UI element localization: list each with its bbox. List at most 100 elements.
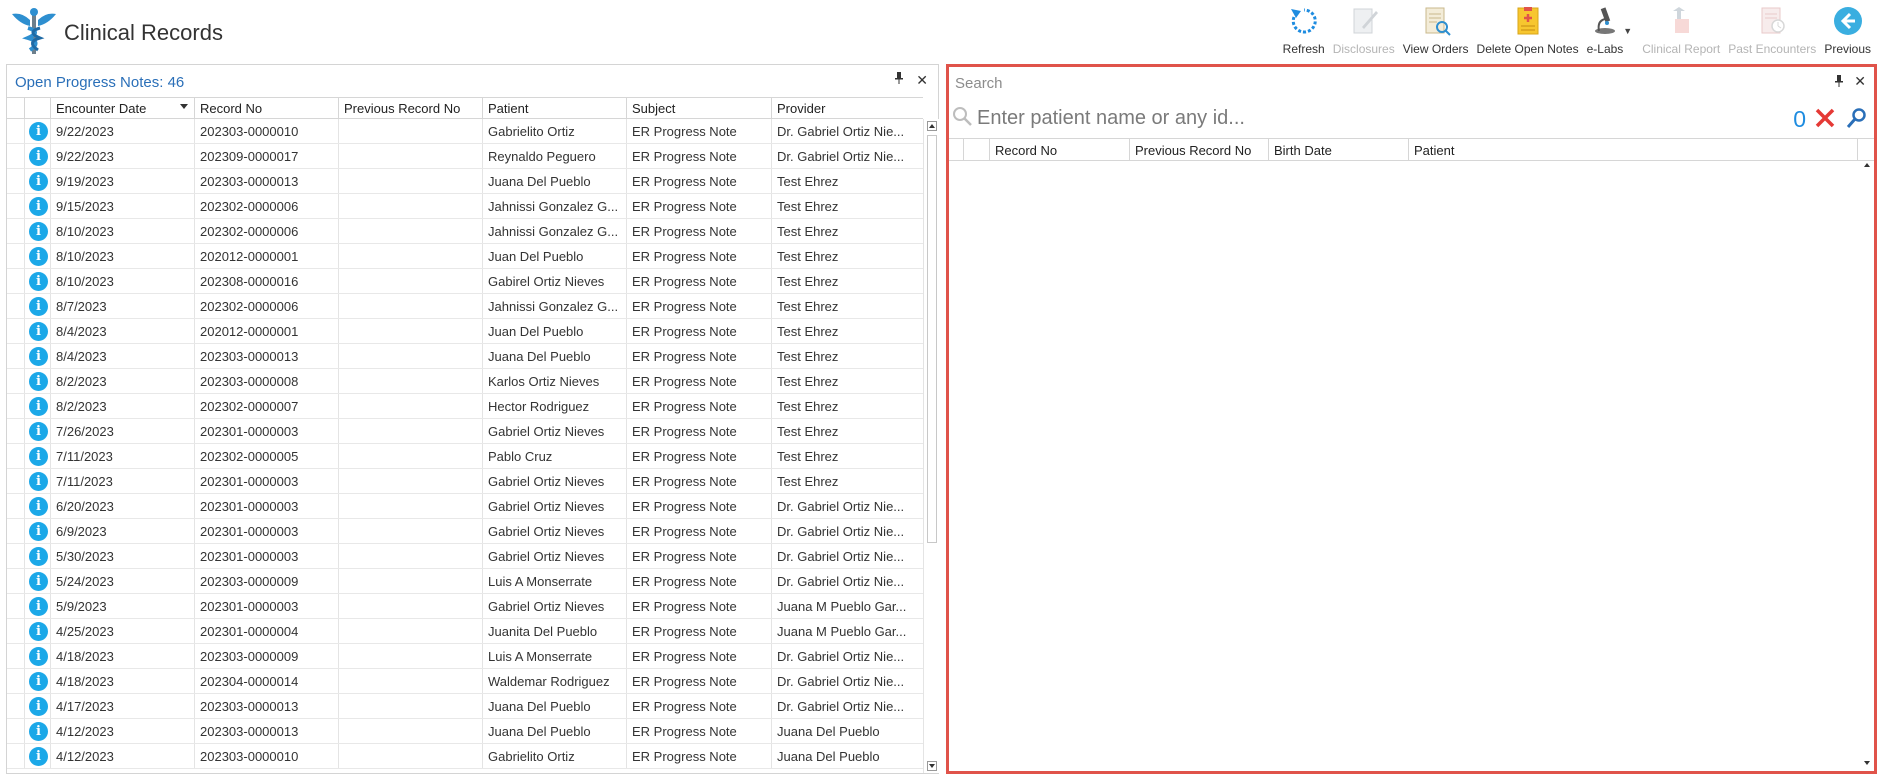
delete-open-notes-button[interactable]: Delete Open Notes xyxy=(1473,2,1583,56)
info-icon[interactable]: i xyxy=(29,472,48,491)
info-icon[interactable]: i xyxy=(29,272,48,291)
info-icon[interactable]: i xyxy=(29,697,48,716)
column-header-birth-date[interactable]: Birth Date xyxy=(1269,139,1409,160)
table-row[interactable]: i 9/19/2023 202303-0000013 Juana Del Pueblo… xyxy=(7,169,923,194)
info-icon[interactable]: i xyxy=(29,122,48,141)
cell-previous-record-no xyxy=(339,294,483,318)
e-labs-dropdown-arrow-icon[interactable]: ▼ xyxy=(1623,26,1632,36)
row-indicator xyxy=(7,119,25,143)
table-row[interactable]: i 5/9/2023 202301-0000003 Gabriel Ortiz Nie… xyxy=(7,594,923,619)
e-labs-button[interactable]: e-Labs xyxy=(1583,2,1628,56)
column-header-previous-record-no[interactable]: Previous Record No xyxy=(1130,139,1269,160)
column-header-encounter-date[interactable]: Encounter Date xyxy=(51,98,195,118)
table-row[interactable]: i 8/10/2023 202308-0000016 Gabirel Ortiz Ni… xyxy=(7,269,923,294)
cell-patient: Gabrielito Ortiz xyxy=(483,119,627,143)
clear-search-icon[interactable] xyxy=(1814,107,1836,134)
table-row[interactable]: i 4/12/2023 202303-0000013 Juana Del Pueblo… xyxy=(7,719,923,744)
info-icon[interactable]: i xyxy=(29,297,48,316)
column-header-subject[interactable]: Subject xyxy=(627,98,772,118)
cell-subject: ER Progress Note xyxy=(627,644,772,668)
cell-provider: Dr. Gabriel Ortiz Nie... xyxy=(777,124,905,139)
cell-record-no: 202303-0000013 xyxy=(195,169,339,193)
refresh-icon xyxy=(1287,4,1321,38)
table-row[interactable]: i 4/25/2023 202301-0000004 Juanita Del Pueb… xyxy=(7,619,923,644)
info-icon[interactable]: i xyxy=(29,322,48,341)
view-orders-button[interactable]: View Orders xyxy=(1399,2,1473,56)
row-indicator xyxy=(7,669,25,693)
info-icon[interactable]: i xyxy=(29,647,48,666)
table-row[interactable]: i 8/2/2023 202303-0000008 Karlos Ortiz Niev… xyxy=(7,369,923,394)
grid-vertical-scrollbar[interactable] xyxy=(923,119,939,773)
info-icon[interactable]: i xyxy=(29,222,48,241)
find-button-icon[interactable] xyxy=(1846,107,1868,134)
previous-button[interactable]: Previous xyxy=(1820,2,1875,56)
table-row[interactable]: i 8/2/2023 202302-0000007 Hector Rodriguez E… xyxy=(7,394,923,419)
column-header-patient[interactable]: Patient xyxy=(1409,139,1858,160)
info-icon[interactable]: i xyxy=(29,672,48,691)
grid-header: Encounter Date Record No Previous Record… xyxy=(7,97,923,119)
table-row[interactable]: i 8/10/2023 202302-0000006 Jahnissi Gonzale… xyxy=(7,219,923,244)
table-row[interactable]: i 9/22/2023 202309-0000017 Reynaldo Peguero… xyxy=(7,144,923,169)
pin-icon[interactable] xyxy=(894,72,904,87)
clinical-report-button[interactable]: Clinical Report xyxy=(1638,2,1724,56)
info-icon[interactable]: i xyxy=(29,622,48,641)
results-scroll-down-arrow-icon[interactable] xyxy=(1864,761,1870,765)
table-row[interactable]: i 8/7/2023 202302-0000006 Jahnissi Gonzalez… xyxy=(7,294,923,319)
info-icon[interactable]: i xyxy=(29,597,48,616)
refresh-button[interactable]: Refresh xyxy=(1279,2,1329,56)
info-icon[interactable]: i xyxy=(29,197,48,216)
scroll-up-button[interactable] xyxy=(927,121,937,131)
table-row[interactable]: i 6/9/2023 202301-0000003 Gabriel Ortiz Nie… xyxy=(7,519,923,544)
info-icon[interactable]: i xyxy=(29,547,48,566)
info-icon[interactable]: i xyxy=(29,397,48,416)
table-row[interactable]: i 6/20/2023 202301-0000003 Gabriel Ortiz Ni… xyxy=(7,494,923,519)
table-row[interactable]: i 8/4/2023 202012-0000001 Juan Del Pueblo ER… xyxy=(7,319,923,344)
disclosures-button[interactable]: Disclosures xyxy=(1329,2,1399,56)
table-row[interactable]: i 7/11/2023 202301-0000003 Gabriel Ortiz Ni… xyxy=(7,469,923,494)
pin-icon[interactable] xyxy=(1834,74,1844,90)
row-indicator xyxy=(7,194,25,218)
table-row[interactable]: i 4/12/2023 202303-0000010 Gabrielito Ortiz… xyxy=(7,744,923,769)
table-row[interactable]: i 4/18/2023 202304-0000014 Waldemar Rodrigu… xyxy=(7,669,923,694)
scroll-down-button[interactable] xyxy=(927,761,937,771)
scroll-thumb[interactable] xyxy=(927,135,937,543)
column-header-previous-record-no[interactable]: Previous Record No xyxy=(339,98,483,118)
column-header-patient[interactable]: Patient xyxy=(483,98,627,118)
info-icon[interactable]: i xyxy=(29,447,48,466)
patient-search-input[interactable] xyxy=(977,105,1757,131)
row-indicator xyxy=(7,344,25,368)
table-row[interactable]: i 4/18/2023 202303-0000009 Luis A Monserrat… xyxy=(7,644,923,669)
info-icon[interactable]: i xyxy=(29,347,48,366)
info-icon[interactable]: i xyxy=(29,522,48,541)
column-header-provider[interactable]: Provider xyxy=(772,98,923,118)
table-row[interactable]: i 8/10/2023 202012-0000001 Juan Del Pueblo E… xyxy=(7,244,923,269)
table-row[interactable]: i 7/11/2023 202302-0000005 Pablo Cruz ER Pro… xyxy=(7,444,923,469)
past-encounters-button[interactable]: Past Encounters xyxy=(1724,2,1820,56)
cell-record-no: 202301-0000003 xyxy=(195,519,339,543)
table-row[interactable]: i 9/15/2023 202302-0000006 Jahnissi Gonzale… xyxy=(7,194,923,219)
close-pane-icon[interactable]: ✕ xyxy=(916,72,928,89)
info-icon[interactable]: i xyxy=(29,372,48,391)
table-row[interactable]: i 7/26/2023 202301-0000003 Gabriel Ortiz Ni… xyxy=(7,419,923,444)
info-icon[interactable]: i xyxy=(29,497,48,516)
info-icon[interactable]: i xyxy=(29,422,48,441)
info-icon[interactable]: i xyxy=(29,722,48,741)
info-icon[interactable]: i xyxy=(29,247,48,266)
info-cell: i xyxy=(25,169,51,193)
table-row[interactable]: i 5/24/2023 202303-0000009 Luis A Monserrat… xyxy=(7,569,923,594)
info-icon[interactable]: i xyxy=(29,747,48,766)
table-row[interactable]: i 9/22/2023 202303-0000010 Gabrielito Ortiz… xyxy=(7,119,923,144)
table-row[interactable]: i 5/30/2023 202301-0000003 Gabriel Ortiz Ni… xyxy=(7,544,923,569)
info-icon[interactable]: i xyxy=(29,572,48,591)
table-row[interactable]: i 4/17/2023 202303-0000013 Juana Del Pueblo… xyxy=(7,694,923,719)
close-pane-icon[interactable]: ✕ xyxy=(1854,73,1866,90)
cell-patient: Luis A Monserrate xyxy=(483,644,627,668)
cell-encounter-date: 8/2/2023 xyxy=(51,369,195,393)
column-header-record-no[interactable]: Record No xyxy=(990,139,1130,160)
table-row[interactable]: i 8/4/2023 202303-0000013 Juana Del Pueblo E… xyxy=(7,344,923,369)
info-icon[interactable]: i xyxy=(29,172,48,191)
results-scroll-up-arrow-icon[interactable] xyxy=(1864,163,1870,167)
column-header-record-no[interactable]: Record No xyxy=(195,98,339,118)
info-icon[interactable]: i xyxy=(29,147,48,166)
cell-record-no: 202303-0000010 xyxy=(195,744,339,768)
